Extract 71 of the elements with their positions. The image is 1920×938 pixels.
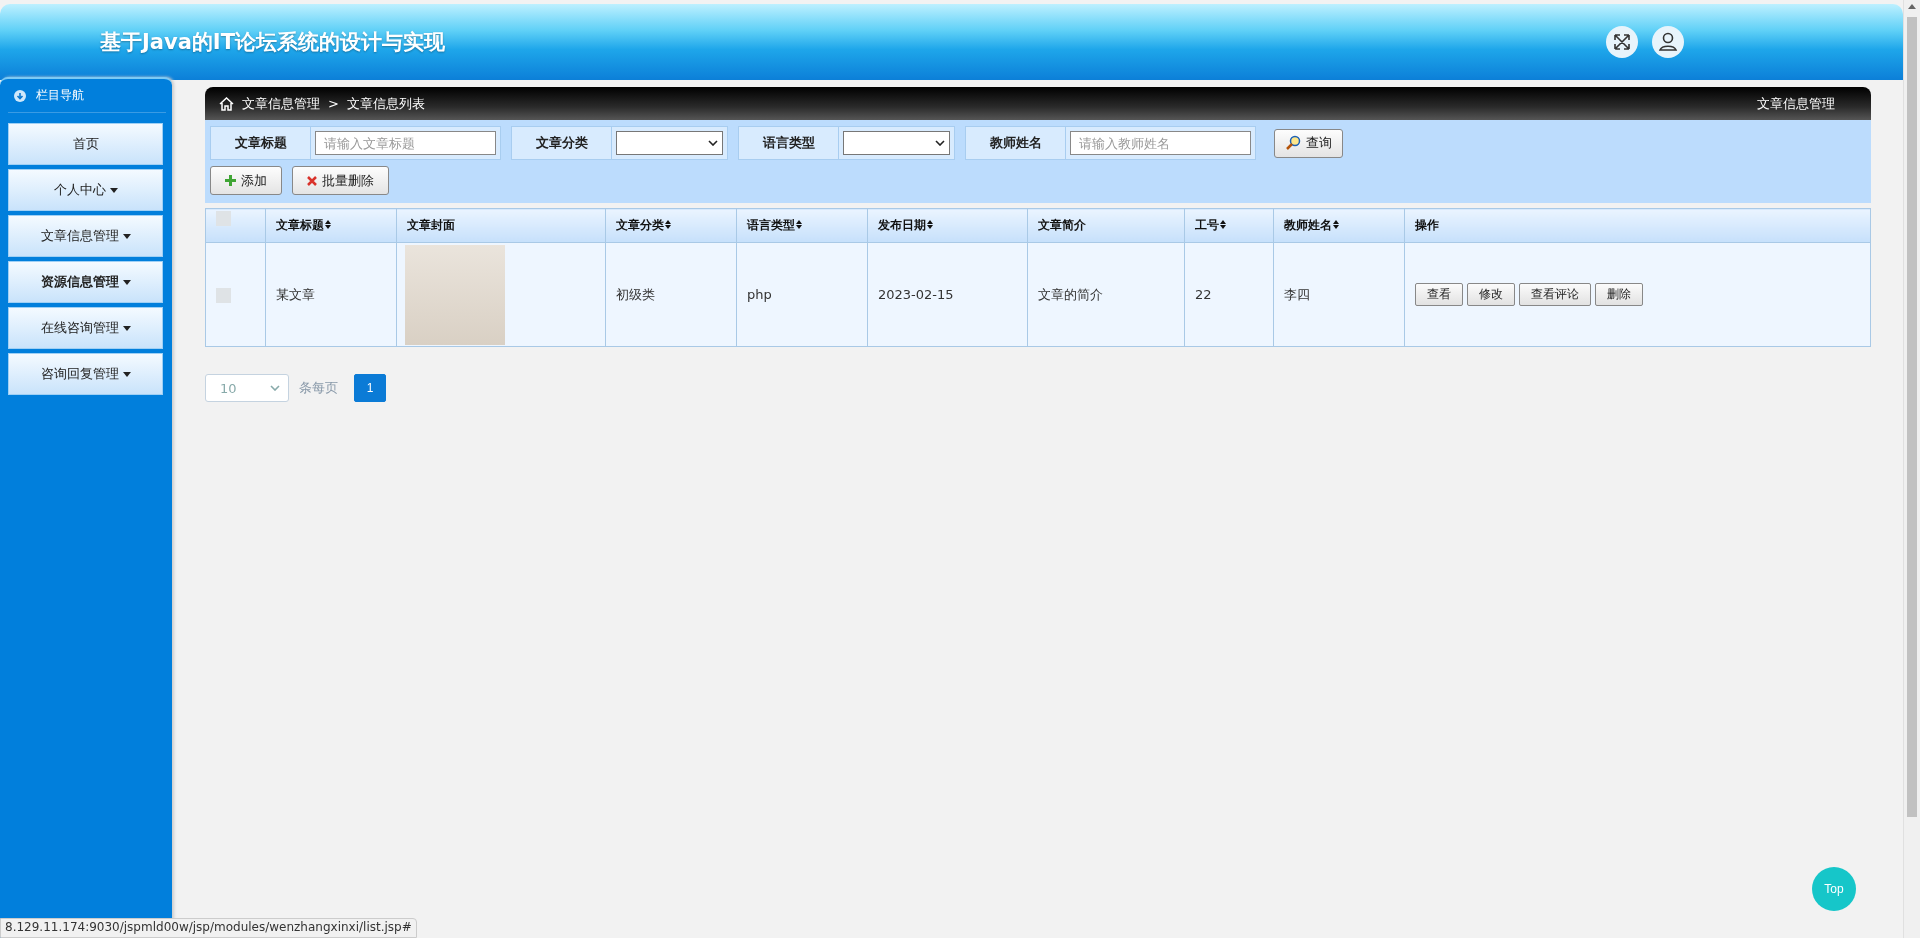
caret-icon xyxy=(122,371,131,377)
sort-icon[interactable] xyxy=(796,220,802,229)
table-cell: 某文章 xyxy=(265,242,397,347)
breadcrumb-separator: > xyxy=(328,96,339,111)
column-header: 文章封面 xyxy=(407,218,455,232)
nav-item[interactable]: 资源信息管理 xyxy=(8,261,163,303)
chevron-icon xyxy=(935,140,945,146)
input-field[interactable]: 请输入文章标题 xyxy=(315,131,496,155)
sort-icon[interactable] xyxy=(1333,220,1339,229)
site-title: 基于Java的IT论坛系统的设计与实现 xyxy=(100,29,445,56)
column-header: 操作 xyxy=(1415,218,1439,232)
filter-label: 文章分类 xyxy=(512,127,612,159)
caret-icon xyxy=(122,279,131,285)
table-cell: php xyxy=(736,242,868,347)
sidebar-title: 栏目导航 xyxy=(36,87,84,104)
table-cell: 文章的简介 xyxy=(1027,242,1185,347)
checkbox[interactable] xyxy=(216,287,231,303)
page-title: 文章信息管理 xyxy=(1757,94,1835,113)
breadcrumb-link[interactable]: 文章信息管理 xyxy=(242,94,320,113)
filter-label: 教师姓名 xyxy=(966,127,1066,159)
column-header[interactable]: 语言类型 xyxy=(747,218,795,232)
expand-icon[interactable] xyxy=(1605,25,1639,59)
scroll-up-icon[interactable] xyxy=(1908,4,1916,9)
nav-item[interactable]: 文章信息管理 xyxy=(8,215,163,257)
sort-icon[interactable] xyxy=(927,220,933,229)
page-size-label: 条每页 xyxy=(299,379,338,397)
column-header[interactable]: 文章分类 xyxy=(616,218,664,232)
select-field[interactable] xyxy=(616,131,723,155)
add-button[interactable]: 添加 xyxy=(210,166,282,195)
nav-item[interactable]: 首页 xyxy=(8,123,163,165)
cross-icon xyxy=(307,175,317,186)
table-cell: 2023-02-15 xyxy=(867,242,1028,347)
checkbox[interactable] xyxy=(216,211,231,226)
page-button[interactable]: 1 xyxy=(354,374,386,402)
search-button[interactable]: 查询 xyxy=(1274,128,1343,158)
nav-item[interactable]: 在线咨询管理 xyxy=(8,307,163,349)
chevron-icon xyxy=(708,140,718,146)
table-cell: 李四 xyxy=(1273,242,1405,347)
row-action-button[interactable]: 修改 xyxy=(1467,283,1515,306)
column-header[interactable]: 文章标题 xyxy=(276,218,324,232)
table-cell: 初级类 xyxy=(605,242,737,347)
filter-label: 文章标题 xyxy=(211,127,311,159)
scrollbar[interactable] xyxy=(1903,0,1920,938)
chevron-icon xyxy=(270,385,280,391)
input-field[interactable]: 请输入教师姓名 xyxy=(1070,131,1251,155)
table-cell: 22 xyxy=(1184,242,1274,347)
column-header[interactable]: 发布日期 xyxy=(878,218,926,232)
column-header: 文章简介 xyxy=(1038,218,1086,232)
home-icon[interactable] xyxy=(219,96,234,111)
sort-icon[interactable] xyxy=(325,220,331,229)
batch-delete-button[interactable]: 批量删除 xyxy=(292,166,389,195)
row-action-button[interactable]: 删除 xyxy=(1595,283,1643,306)
column-header[interactable]: 工号 xyxy=(1195,218,1219,232)
breadcrumb-current: 文章信息列表 xyxy=(346,94,425,113)
caret-icon xyxy=(122,325,131,331)
nav-item[interactable]: 个人中心 xyxy=(8,169,163,211)
caret-icon xyxy=(109,187,118,193)
row-action-button[interactable]: 查看评论 xyxy=(1519,283,1591,306)
status-bar-url: 8.129.11.174:9030/jspmld00w/jsp/modules/wenzhangxinxi/list.jsp# xyxy=(0,918,417,938)
user-icon[interactable] xyxy=(1651,25,1685,59)
plus-icon xyxy=(225,175,236,186)
sort-icon[interactable] xyxy=(665,220,671,229)
row-action-button[interactable]: 查看 xyxy=(1415,283,1463,306)
select-field[interactable] xyxy=(843,131,950,155)
nav-item[interactable]: 咨询回复管理 xyxy=(8,353,163,395)
search-icon xyxy=(1285,135,1301,151)
download-circle-icon xyxy=(14,89,26,102)
column-header[interactable]: 教师姓名 xyxy=(1284,218,1332,232)
caret-icon xyxy=(122,233,131,239)
filter-label: 语言类型 xyxy=(739,127,839,159)
sort-icon[interactable] xyxy=(1220,220,1226,229)
